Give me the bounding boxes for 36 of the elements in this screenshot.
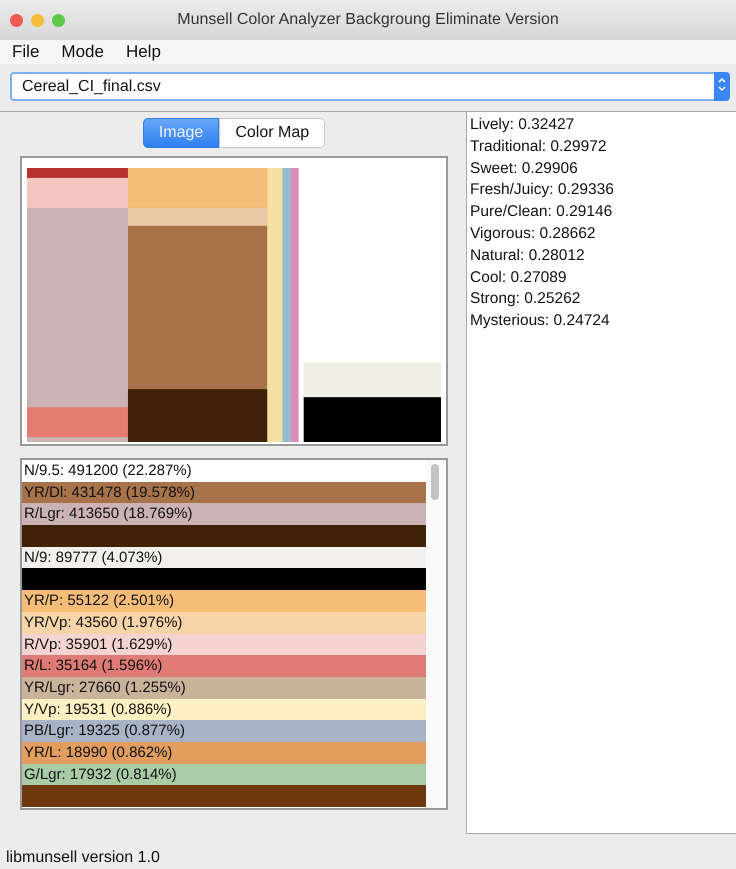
minimize-button[interactable] [31,14,44,26]
window-title: Munsell Color Analyzer Backgroung Eliminate Version [177,11,559,28]
color-row[interactable]: YR/Lgr: 27660 (1.255%) [22,676,426,699]
score-item: Traditional: 0.29972 [470,136,608,157]
scrollbar[interactable] [426,460,446,808]
score-item: Cool: 0.27089 [470,268,568,288]
score-item: Mysterious: 0.24724 [470,311,611,332]
color-row[interactable]: YR/P: 55122 (2.501%) [22,590,426,612]
close-button[interactable] [10,14,23,26]
menu-item[interactable]: Mode [61,39,104,65]
color-swatch[interactable] [22,568,426,590]
zoom-button[interactable] [52,14,65,26]
color-swatch[interactable] [22,785,426,807]
file-select[interactable]: Cereal_CI_final.csv [10,72,730,101]
color-row[interactable]: YR/L: 18990 (0.862%) [22,742,426,764]
score-item: Sweet: 0.29906 [470,158,579,179]
score-item: Pure/Clean: 0.29146 [470,202,614,222]
tab[interactable]: Color Map [219,118,326,148]
menu-item[interactable]: File [12,39,40,65]
color-row[interactable]: PB/Lgr: 19325 (0.877%) [22,720,426,742]
score-item: Strong: 0.25262 [470,289,582,310]
menu-item[interactable]: Help [126,39,161,65]
color-row[interactable]: YR/Vp: 43560 (1.976%) [22,612,426,634]
color-swatch[interactable] [22,525,426,547]
score-item: Lively: 0.32427 [470,115,576,135]
color-row[interactable]: R/L: 35164 (1.596%) [22,655,426,677]
color-row[interactable]: Y/Vp: 19531 (0.886%) [22,698,426,720]
color-row[interactable]: R/Lgr: 413650 (18.769%) [22,503,426,526]
score-item: Vigorous: 0.28662 [470,224,597,244]
status-text: libmunsell version 1.0 [5,848,161,868]
color-row[interactable]: YR/Dl: 431478 (19.578%) [22,482,426,504]
score-item: Fresh/Juicy: 0.29336 [470,180,615,200]
score-item: Natural: 0.28012 [470,246,586,266]
color-row[interactable]: G/Lgr: 17932 (0.814%) [22,764,426,786]
color-row[interactable]: N/9: 89777 (4.073%) [22,546,426,568]
color-row[interactable]: R/Vp: 35901 (1.629%) [22,634,426,656]
